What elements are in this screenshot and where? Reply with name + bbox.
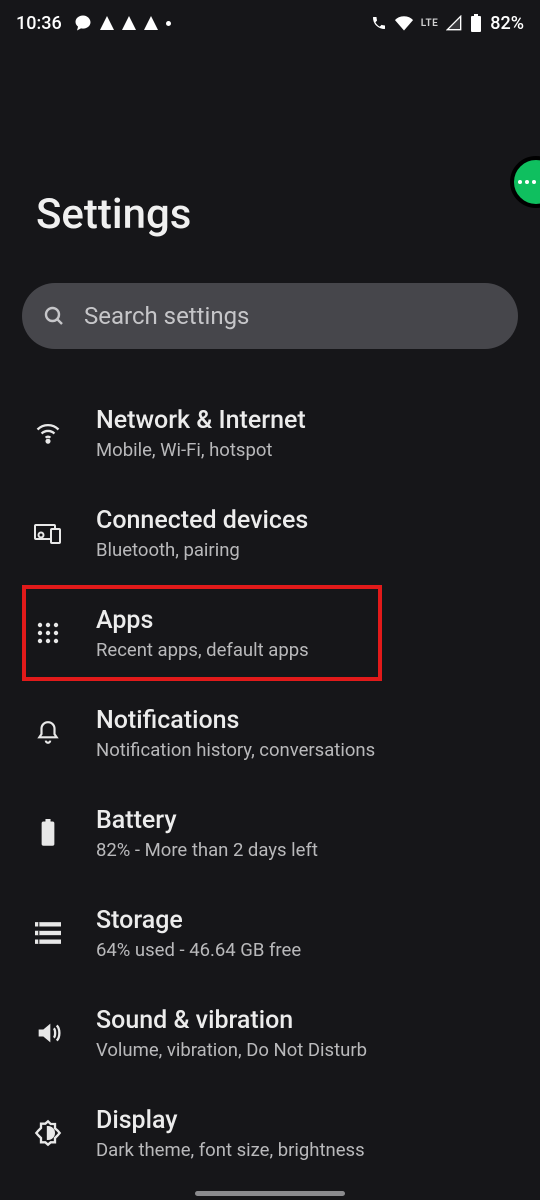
wifi-icon	[28, 419, 68, 447]
volume-icon	[28, 1019, 68, 1047]
settings-item-storage[interactable]: Storage 64% used - 46.64 GB free	[0, 883, 540, 983]
search-icon	[42, 304, 66, 328]
status-left: 10:36	[16, 13, 171, 34]
chat-bubble-icon	[74, 14, 92, 32]
network-type-label: LTE	[421, 18, 439, 29]
item-title: Network & Internet	[96, 406, 306, 435]
settings-item-sound[interactable]: Sound & vibration Volume, vibration, Do …	[0, 983, 540, 1083]
item-title: Sound & vibration	[96, 1006, 367, 1035]
settings-item-notifications[interactable]: Notifications Notification history, conv…	[0, 683, 540, 783]
battery-icon	[470, 14, 482, 32]
bell-icon	[28, 720, 68, 746]
brightness-icon	[28, 1119, 68, 1147]
status-time: 10:36	[16, 13, 62, 34]
wifi-calling-icon	[371, 15, 387, 31]
status-right: LTE 82%	[371, 13, 524, 34]
item-subtitle: 64% used - 46.64 GB free	[96, 939, 301, 961]
apps-grid-icon	[28, 621, 68, 645]
navigation-handle[interactable]	[195, 1191, 345, 1196]
item-subtitle: Notification history, conversations	[96, 739, 375, 761]
item-subtitle: Volume, vibration, Do Not Disturb	[96, 1039, 367, 1061]
signal-icon	[446, 15, 462, 31]
more-notifications-dot-icon	[166, 21, 171, 26]
notification-icon-2	[122, 16, 136, 30]
item-title: Connected devices	[96, 506, 308, 535]
more-icon	[518, 180, 536, 184]
item-title: Apps	[96, 606, 309, 635]
settings-item-network[interactable]: Network & Internet Mobile, Wi-Fi, hotspo…	[0, 383, 540, 483]
settings-item-devices[interactable]: Connected devices Bluetooth, pairing	[0, 483, 540, 583]
item-subtitle: Recent apps, default apps	[96, 639, 309, 661]
item-subtitle: Mobile, Wi-Fi, hotspot	[96, 439, 306, 461]
item-subtitle: Dark theme, font size, brightness	[96, 1139, 365, 1161]
item-title: Notifications	[96, 706, 375, 735]
settings-item-display[interactable]: Display Dark theme, font size, brightnes…	[0, 1083, 540, 1183]
wifi-icon	[395, 14, 413, 32]
item-subtitle: Bluetooth, pairing	[96, 539, 308, 561]
item-title: Storage	[96, 906, 301, 935]
page-title: Settings	[0, 40, 540, 239]
settings-item-battery[interactable]: Battery 82% - More than 2 days left	[0, 783, 540, 883]
notification-icon-3	[144, 16, 158, 30]
devices-icon	[28, 519, 68, 547]
search-input[interactable]: Search settings	[22, 283, 518, 349]
search-placeholder: Search settings	[84, 302, 249, 330]
item-title: Battery	[96, 806, 318, 835]
status-bar: 10:36 LTE 82%	[0, 0, 540, 40]
notification-icon-1	[100, 16, 114, 30]
storage-icon	[28, 921, 68, 945]
settings-list: Network & Internet Mobile, Wi-Fi, hotspo…	[0, 383, 540, 1183]
settings-item-apps[interactable]: Apps Recent apps, default apps	[0, 583, 540, 683]
item-subtitle: 82% - More than 2 days left	[96, 839, 318, 861]
battery-percent: 82%	[490, 13, 524, 34]
item-title: Display	[96, 1106, 365, 1135]
battery-icon	[28, 819, 68, 847]
